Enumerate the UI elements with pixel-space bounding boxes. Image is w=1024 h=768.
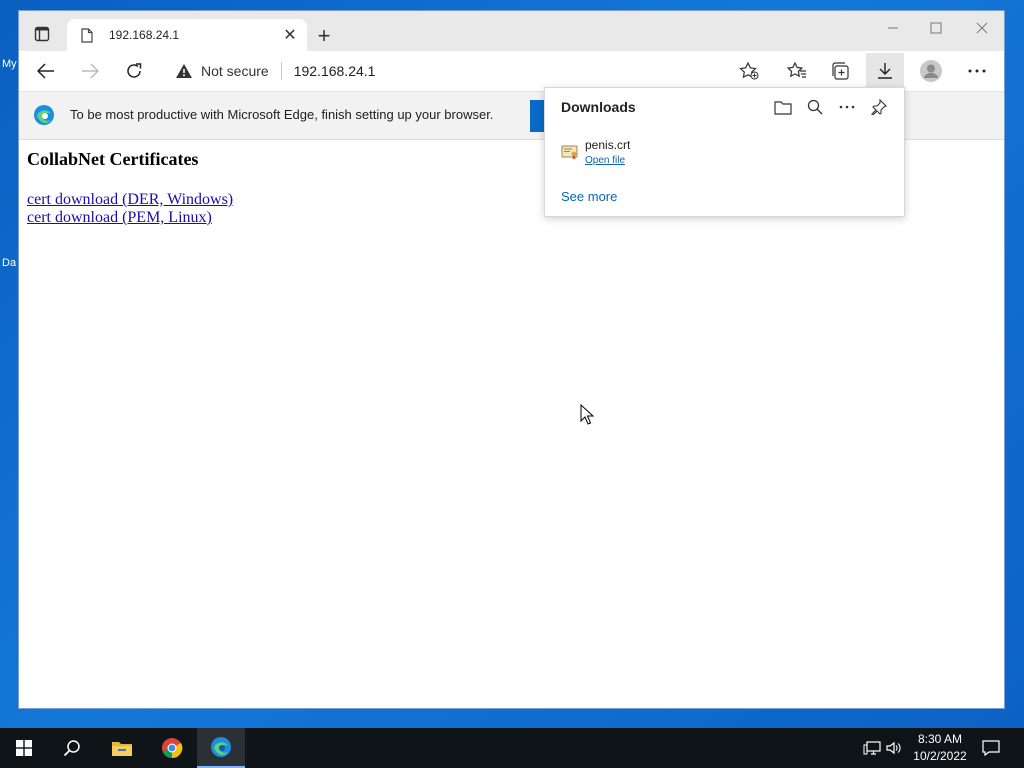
clock-time: 8:30 AM	[917, 732, 963, 746]
back-icon[interactable]	[31, 57, 61, 85]
security-label[interactable]: Not secure	[201, 63, 269, 79]
certificate-icon	[561, 144, 579, 160]
favorites-icon[interactable]	[782, 57, 812, 85]
more-icon[interactable]	[962, 57, 992, 85]
collections-icon[interactable]	[826, 57, 856, 85]
open-file-link[interactable]: Open file	[585, 155, 625, 166]
infobar-message: To be most productive with Microsoft Edg…	[70, 107, 494, 122]
refresh-icon[interactable]	[119, 57, 149, 85]
notifications-icon[interactable]	[980, 736, 1002, 760]
close-icon[interactable]	[962, 15, 1002, 41]
address-bar[interactable]: Not secure 192.168.24.1	[163, 57, 763, 85]
tab-close-icon[interactable]: ✕	[277, 22, 303, 48]
edge-icon[interactable]	[197, 728, 245, 768]
profile-icon[interactable]	[916, 57, 946, 85]
chrome-icon[interactable]	[148, 728, 196, 768]
downloads-flyout: Downloads penis.crt Open file See more	[544, 87, 905, 217]
more-options-icon[interactable]	[835, 96, 859, 118]
start-windows-icon[interactable]	[0, 728, 48, 768]
downloads-icon[interactable]	[866, 53, 904, 89]
warning-icon[interactable]	[175, 62, 193, 80]
cert-pem-link[interactable]: cert download (PEM, Linux)	[27, 209, 233, 227]
tab-current[interactable]: 192.168.24.1 ✕	[67, 19, 307, 51]
system-clock[interactable]: 8:30 AM 10/2/2022	[905, 731, 975, 765]
desktop-label[interactable]: Da	[2, 257, 16, 269]
tab-title: 192.168.24.1	[109, 28, 180, 42]
network-icon[interactable]	[861, 736, 883, 760]
minimize-icon[interactable]	[873, 15, 913, 41]
pin-icon[interactable]	[867, 96, 891, 118]
search-icon[interactable]	[803, 96, 827, 118]
cert-der-link[interactable]: cert download (DER, Windows)	[27, 191, 233, 209]
forward-icon[interactable]	[75, 57, 105, 85]
file-explorer-icon[interactable]	[98, 728, 146, 768]
tab-bar: 192.168.24.1 ✕ +	[19, 11, 1004, 51]
page-icon	[81, 27, 97, 43]
search-icon[interactable]	[48, 728, 96, 768]
page-content: CollabNet Certificates cert download (DE…	[27, 149, 233, 227]
download-filename[interactable]: penis.crt	[585, 138, 630, 152]
taskbar: 8:30 AM 10/2/2022	[0, 728, 1024, 768]
browser-window: 192.168.24.1 ✕ + Not secure 192.168.24.1…	[18, 10, 1005, 709]
page-title: CollabNet Certificates	[27, 149, 199, 169]
folder-icon[interactable]	[771, 96, 795, 118]
volume-icon[interactable]	[883, 736, 905, 760]
mouse-cursor-icon	[580, 403, 595, 428]
clock-date: 10/2/2022	[913, 749, 967, 763]
new-tab-button[interactable]: +	[311, 23, 337, 49]
tab-actions-icon[interactable]	[29, 21, 55, 47]
link-list: cert download (DER, Windows) cert downlo…	[27, 191, 233, 227]
maximize-icon[interactable]	[916, 15, 956, 41]
url-text[interactable]: 192.168.24.1	[294, 63, 376, 79]
downloads-title: Downloads	[561, 99, 636, 115]
edge-logo-icon	[33, 104, 55, 126]
desktop-label[interactable]: My	[2, 58, 17, 70]
divider	[280, 62, 282, 80]
see-more-link[interactable]: See more	[561, 189, 617, 204]
